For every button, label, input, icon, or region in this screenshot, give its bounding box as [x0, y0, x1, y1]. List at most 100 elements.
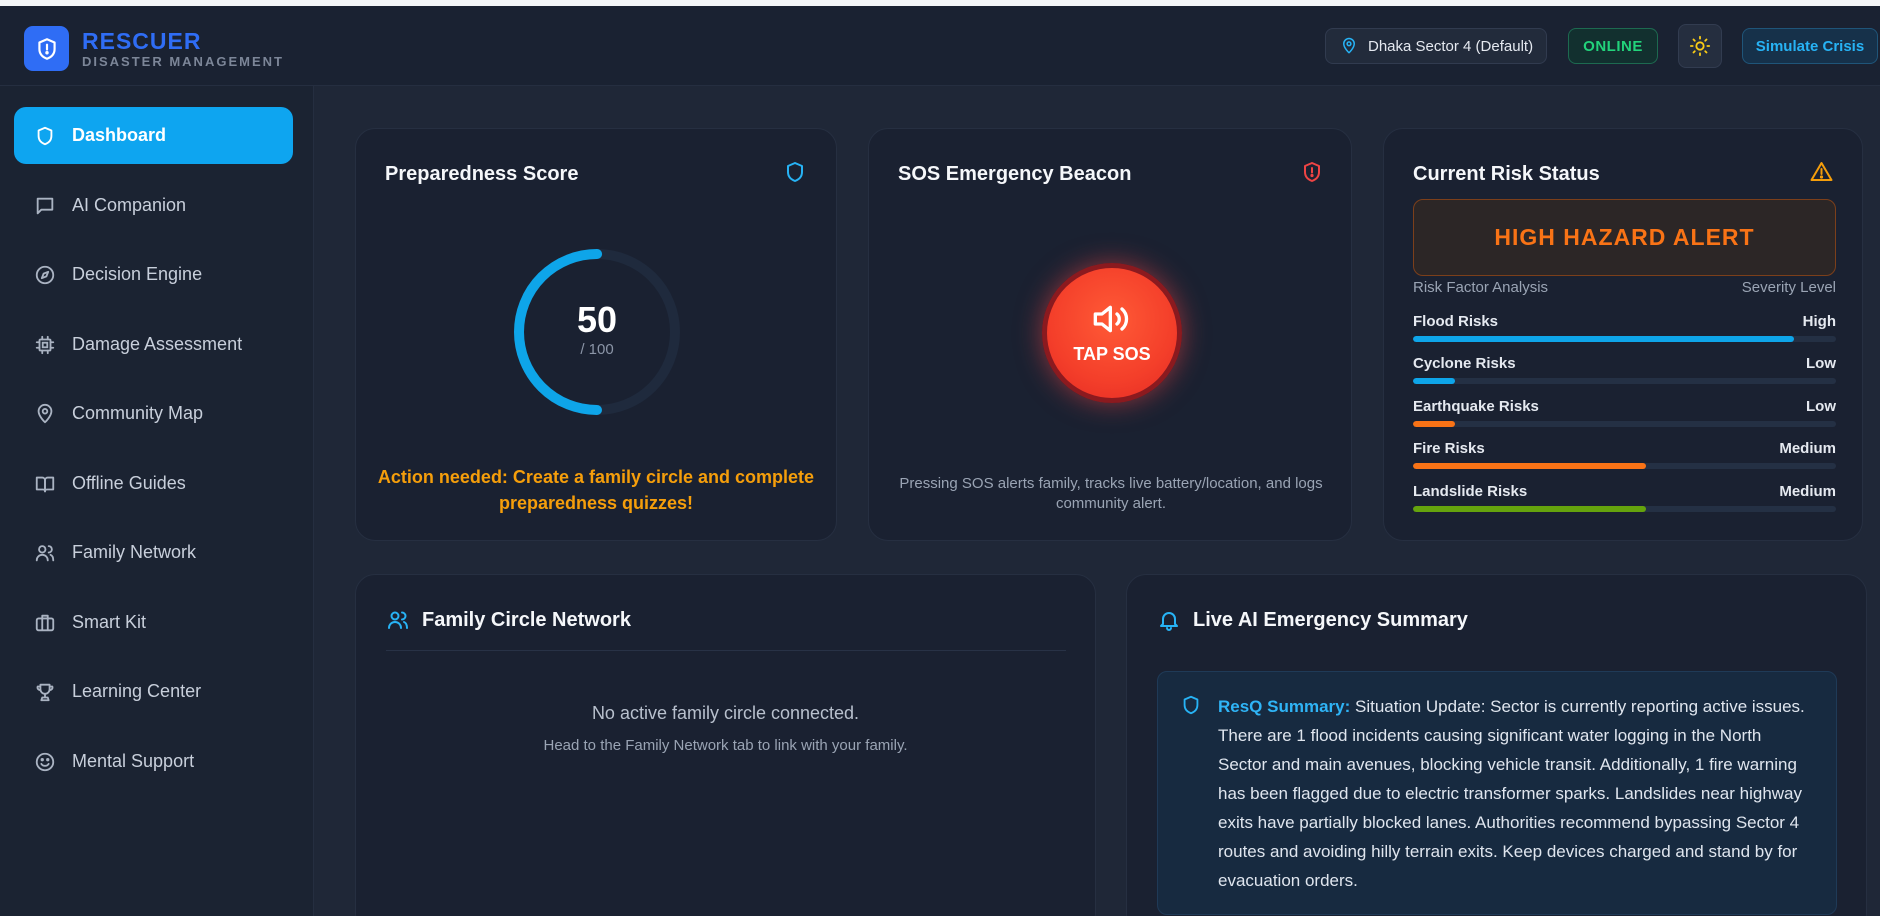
- shield-icon: [787, 162, 803, 182]
- sidebar-item-community-map[interactable]: Community Map: [14, 385, 293, 442]
- risk-bar: [1413, 336, 1836, 342]
- sidebar: Dashboard AI Companion Decision Engine D…: [0, 86, 314, 916]
- shield-alert-icon: [1304, 162, 1320, 182]
- briefcase-icon: [35, 614, 55, 631]
- sidebar-item-label: Community Map: [72, 403, 204, 423]
- family-title: Family Circle Network: [422, 608, 631, 631]
- brand-title: RESCUER: [82, 28, 202, 54]
- sidebar-item-dashboard[interactable]: Dashboard: [14, 107, 293, 164]
- sun-icon: [1689, 35, 1711, 57]
- score-max: / 100: [580, 341, 614, 358]
- severity-level-label: Severity Level: [1741, 279, 1836, 296]
- trophy-icon: [36, 683, 54, 701]
- risk-level: Medium: [1779, 483, 1836, 500]
- sidebar-item-label: AI Companion: [72, 195, 187, 215]
- risk-name: Landslide Risks: [1413, 483, 1528, 500]
- risk-level: Medium: [1779, 440, 1836, 457]
- sidebar-item-ai-companion[interactable]: AI Companion: [14, 177, 293, 234]
- compass-icon: [35, 265, 55, 284]
- risk-title: Current Risk Status: [1413, 163, 1600, 185]
- summary-text: ResQ Summary: Situation Update: Sector i…: [1218, 692, 1812, 895]
- location-label: Dhaka Sector 4 (Default): [1368, 37, 1534, 55]
- shield-icon: [37, 126, 53, 145]
- risk-bar-fill: [1413, 336, 1794, 342]
- family-title-row: Family Circle Network: [386, 608, 631, 632]
- risk-name: Earthquake Risks: [1413, 398, 1539, 415]
- sos-card: SOS Emergency Beacon TAP SOS Pressing SO…: [868, 128, 1352, 541]
- brand-subtitle: DISASTER MANAGEMENT: [82, 54, 284, 69]
- smile-icon: [35, 752, 55, 771]
- location-selector[interactable]: Dhaka Sector 4 (Default): [1325, 28, 1547, 64]
- risk-analysis-label: Risk Factor Analysis: [1413, 279, 1549, 296]
- main-content: Preparedness Score 50 / 100 Action neede…: [314, 86, 1880, 916]
- risk-row-fire: Fire Risks Medium: [1413, 440, 1836, 469]
- cpu-icon: [35, 335, 55, 354]
- risk-bar-fill: [1413, 421, 1456, 427]
- risk-bar-fill: [1413, 378, 1456, 384]
- speaker-icon: [1093, 305, 1129, 332]
- users-icon: [35, 544, 55, 561]
- users-icon: [388, 611, 408, 629]
- sidebar-item-label: Mental Support: [72, 751, 195, 771]
- logo[interactable]: [24, 26, 69, 71]
- family-card: Family Circle Network No active family c…: [355, 574, 1096, 916]
- risk-row-cyclone: Cyclone Risks Low: [1413, 355, 1836, 384]
- score-value: 50: [576, 299, 618, 340]
- theme-toggle-button[interactable]: [1678, 24, 1722, 68]
- risk-bar: [1413, 463, 1836, 469]
- risk-row-landslide: Landslide Risks Medium: [1413, 483, 1836, 512]
- sidebar-item-damage-assessment[interactable]: Damage Assessment: [14, 316, 293, 373]
- map-pin-icon: [1343, 37, 1355, 54]
- risk-level: High: [1802, 313, 1836, 330]
- risk-bar: [1413, 421, 1836, 427]
- sidebar-item-label: Damage Assessment: [72, 334, 243, 354]
- sidebar-item-label: Dashboard: [72, 125, 167, 145]
- risk-bar-fill: [1413, 506, 1646, 512]
- risk-card: Current Risk Status HIGH HAZARD ALERT Ri…: [1383, 128, 1863, 541]
- risk-row-earthquake: Earthquake Risks Low: [1413, 398, 1836, 427]
- risk-name: Fire Risks: [1413, 440, 1485, 457]
- summary-title-row: Live AI Emergency Summary: [1157, 608, 1468, 632]
- preparedness-title: Preparedness Score: [385, 163, 579, 185]
- warning-triangle-icon: [1810, 162, 1833, 181]
- risk-bar: [1413, 506, 1836, 512]
- sos-title: SOS Emergency Beacon: [898, 163, 1132, 185]
- sidebar-item-smart-kit[interactable]: Smart Kit: [14, 594, 293, 651]
- bell-icon: [1160, 612, 1178, 631]
- simulate-crisis-button[interactable]: Simulate Crisis: [1742, 28, 1878, 64]
- message-icon: [36, 197, 54, 214]
- app-header: RESCUER DISASTER MANAGEMENT Dhaka Sector…: [0, 6, 1880, 86]
- risk-level: Low: [1806, 398, 1836, 415]
- summary-title: Live AI Emergency Summary: [1193, 608, 1468, 631]
- summary-body: Situation Update: Sector is currently re…: [1218, 697, 1805, 890]
- online-status-badge: ONLINE: [1568, 28, 1658, 64]
- summary-box: ResQ Summary: Situation Update: Sector i…: [1157, 671, 1837, 915]
- shield-alert-icon: [37, 37, 56, 60]
- family-empty-title: No active family circle connected.: [591, 703, 860, 723]
- risk-bar: [1413, 378, 1836, 384]
- sidebar-item-label: Family Network: [72, 542, 197, 562]
- preparedness-card: Preparedness Score 50 / 100 Action neede…: [355, 128, 837, 541]
- family-empty-subtitle: Head to the Family Network tab to link w…: [543, 737, 908, 754]
- sidebar-item-decision-engine[interactable]: Decision Engine: [14, 246, 293, 303]
- family-divider: [386, 650, 1066, 651]
- sos-button[interactable]: TAP SOS: [1042, 263, 1182, 403]
- risk-name: Cyclone Risks: [1413, 355, 1516, 372]
- sos-description: Pressing SOS alerts family, tracks live …: [899, 475, 1323, 512]
- sos-button-label: TAP SOS: [1073, 343, 1151, 364]
- risk-table-header: Risk Factor Analysis Severity Level: [1413, 279, 1836, 296]
- sidebar-item-label: Smart Kit: [72, 612, 147, 632]
- sidebar-item-learning-center[interactable]: Learning Center: [14, 663, 293, 720]
- summary-card: Live AI Emergency Summary ResQ Summary: …: [1126, 574, 1867, 916]
- risk-level: Low: [1806, 355, 1836, 372]
- summary-label: ResQ Summary:: [1218, 697, 1351, 716]
- risk-bar-fill: [1413, 463, 1646, 469]
- risk-row-flood: Flood Risks High: [1413, 313, 1836, 342]
- sidebar-item-offline-guides[interactable]: Offline Guides: [14, 455, 293, 512]
- sidebar-item-family-network[interactable]: Family Network: [14, 524, 293, 581]
- sidebar-item-label: Learning Center: [72, 681, 202, 701]
- sidebar-item-mental-support[interactable]: Mental Support: [14, 733, 293, 790]
- sidebar-item-label: Offline Guides: [72, 473, 186, 493]
- book-icon: [35, 476, 55, 492]
- score-readout: 50 / 100: [512, 299, 682, 358]
